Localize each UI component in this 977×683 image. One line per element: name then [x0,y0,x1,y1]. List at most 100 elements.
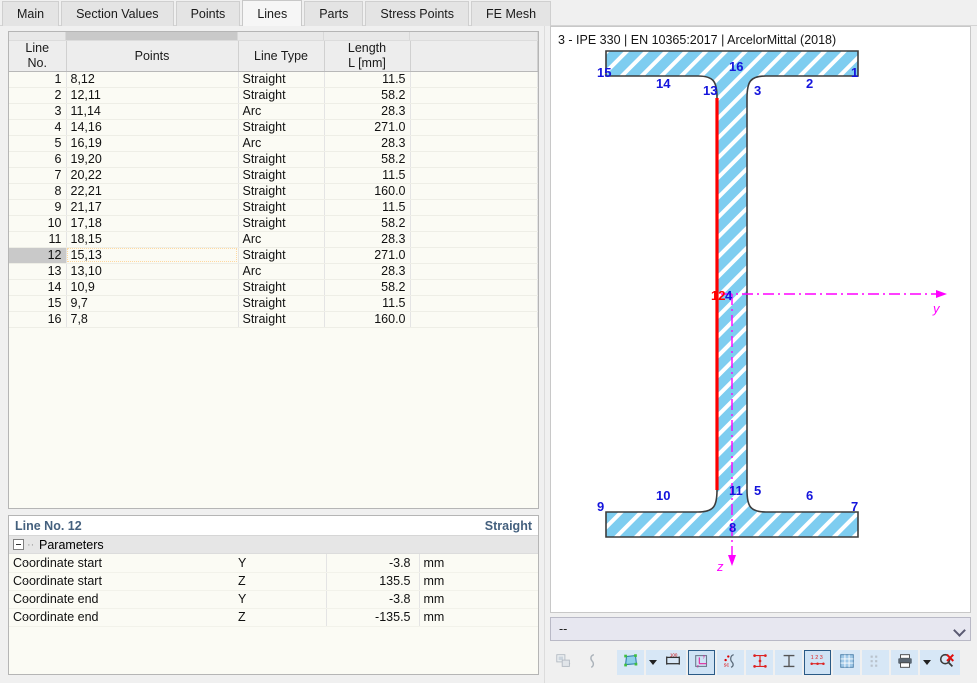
cell-points[interactable]: 13,10 [66,263,239,280]
parameter-axis[interactable]: Z [234,608,327,627]
show-dots-button[interactable] [862,650,889,675]
parameter-unit[interactable]: mm [419,590,538,609]
cell-points[interactable]: 16,19 [66,135,239,152]
cell-line-type[interactable]: Straight [238,215,325,232]
collapse-icon[interactable] [13,539,24,550]
cell-length[interactable]: 28.3 [324,263,411,280]
parameter-unit[interactable]: mm [419,554,538,573]
cell-line-type[interactable]: Straight [238,87,325,104]
table-row[interactable]: 9 21,17 Straight 11.5 [9,199,538,216]
zoom-reset-button[interactable] [933,650,960,675]
table-row[interactable]: 5 16,19 Arc 28.3 [9,135,538,152]
parameter-value[interactable]: -3.8 [326,590,420,609]
cell-line-no[interactable]: 13 [9,263,67,280]
cell-extra[interactable] [410,279,538,296]
cell-points[interactable]: 17,18 [66,215,239,232]
cell-line-no[interactable]: 12 [9,247,67,264]
table-row[interactable]: 3 11,14 Arc 28.3 [9,103,538,120]
cell-length[interactable]: 160.0 [324,183,411,200]
cell-line-type[interactable]: Arc [238,135,325,152]
tab-lines[interactable]: Lines [242,0,303,26]
show-parts-button[interactable] [617,650,644,675]
cell-length[interactable]: 160.0 [324,311,411,328]
view-selector-combo[interactable]: -- [550,617,971,641]
cell-extra[interactable] [410,71,538,88]
column-band-points[interactable] [66,32,238,40]
header-extra[interactable] [410,41,538,72]
cell-line-type[interactable]: Straight [238,183,325,200]
parameter-name[interactable]: Coordinate start [9,554,234,573]
cell-extra[interactable] [410,263,538,280]
tab-fe-mesh[interactable]: FE Mesh [471,1,552,26]
parameter-name[interactable]: Coordinate end [9,590,234,609]
section-drawing[interactable]: 1235 678910 11131415 16 y z 12 4 [551,45,971,605]
cell-line-type[interactable]: Straight [238,151,325,168]
cell-length[interactable]: 271.0 [324,119,411,136]
cell-line-no[interactable]: 7 [9,167,67,184]
parameter-axis[interactable]: Y [234,590,327,609]
cell-extra[interactable] [410,103,538,120]
parameter-value[interactable]: -3.8 [326,554,420,573]
cell-points[interactable]: 18,15 [66,231,239,248]
cell-line-type[interactable]: Straight [238,167,325,184]
cell-points[interactable]: 14,16 [66,119,239,136]
parameter-row[interactable]: Coordinate start Y -3.8 mm [9,554,538,573]
cell-extra[interactable] [410,247,538,264]
cell-line-type[interactable]: Straight [238,247,325,264]
header-points[interactable]: Points [66,41,239,72]
parameter-axis[interactable]: Z [234,572,327,591]
cell-points[interactable]: 11,14 [66,103,239,120]
table-row[interactable]: 4 14,16 Straight 271.0 [9,119,538,136]
cell-points[interactable]: 15,13 [66,247,239,264]
cell-length[interactable]: 28.3 [324,231,411,248]
header-line-type[interactable]: Line Type [238,41,325,72]
show-nodes-button[interactable] [746,650,773,675]
cell-points[interactable]: 7,8 [66,311,239,328]
cell-length[interactable]: 11.5 [324,71,411,88]
cell-line-type[interactable]: Straight [238,279,325,296]
parameter-name[interactable]: Coordinate start [9,572,234,591]
table-row[interactable]: 2 12,11 Straight 58.2 [9,87,538,104]
tab-parts[interactable]: Parts [304,1,364,26]
cell-line-type[interactable]: Straight [238,199,325,216]
cell-line-type[interactable]: Straight [238,295,325,312]
cell-line-type[interactable]: Straight [238,311,325,328]
cell-length[interactable]: 28.3 [324,135,411,152]
lines-table-container[interactable]: Line No. Points Line Type Length L [mm] … [8,31,539,509]
cell-points[interactable]: 20,22 [66,167,239,184]
cell-extra[interactable] [410,183,538,200]
parameter-value[interactable]: -135.5 [326,608,420,627]
parameters-group-row[interactable]: ·· Parameters [9,536,538,554]
cell-extra[interactable] [410,231,538,248]
cell-length[interactable]: 11.5 [324,199,411,216]
table-row[interactable]: 13 13,10 Arc 28.3 [9,263,538,280]
table-row[interactable]: 14 10,9 Straight 58.2 [9,279,538,296]
cell-length[interactable]: 28.3 [324,103,411,120]
cell-line-no[interactable]: 14 [9,279,67,296]
cell-line-no[interactable]: 15 [9,295,67,312]
show-section-button[interactable] [775,650,802,675]
table-row[interactable]: 11 18,15 Arc 28.3 [9,231,538,248]
cell-length[interactable]: 271.0 [324,247,411,264]
table-row[interactable]: 12 15,13 Straight 271.0 [9,247,538,264]
tab-points[interactable]: Points [175,1,241,26]
tab-main[interactable]: Main [2,1,60,26]
cell-extra[interactable] [410,167,538,184]
table-row[interactable]: 8 22,21 Straight 160.0 [9,183,538,200]
cell-length[interactable]: 58.2 [324,151,411,168]
show-mesh-button[interactable] [833,650,860,675]
cell-points[interactable]: 22,21 [66,183,239,200]
parameter-unit[interactable]: mm [419,608,538,627]
show-parts-dropdown[interactable] [646,650,659,675]
header-length[interactable]: Length L [mm] [324,41,411,72]
cell-line-no[interactable]: 6 [9,151,67,168]
parameter-name[interactable]: Coordinate end [9,608,234,627]
cell-extra[interactable] [410,215,538,232]
table-row[interactable]: 1 8,12 Straight 11.5 [9,71,538,88]
column-band-length[interactable] [324,32,410,40]
cell-line-no[interactable]: 8 [9,183,67,200]
print-button[interactable] [891,650,918,675]
cell-length[interactable]: 58.2 [324,215,411,232]
cell-line-no[interactable]: 2 [9,87,67,104]
parameter-row[interactable]: Coordinate start Z 135.5 mm [9,572,538,591]
